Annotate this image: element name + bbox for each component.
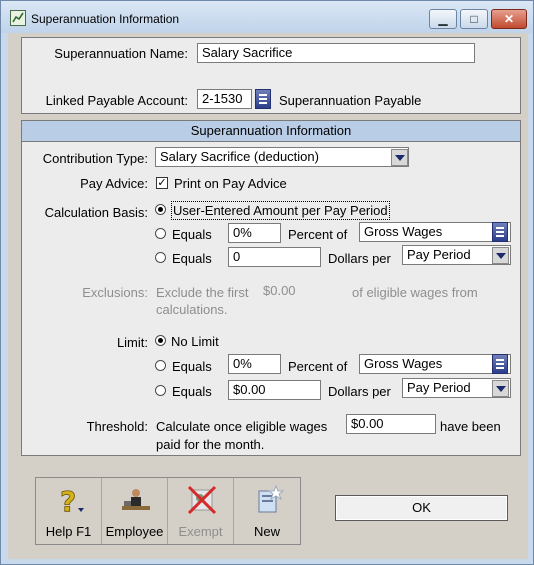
threshold-text-calculate: Calculate once eligible wages [156, 419, 328, 434]
limit-dollars-radio[interactable] [155, 385, 166, 396]
superannuation-name-label: Superannuation Name: [54, 46, 188, 61]
limit-percent-base-select[interactable]: Gross Wages [359, 354, 511, 374]
calculation-basis-label: Calculation Basis: [44, 205, 148, 220]
limit-none-radio[interactable] [155, 335, 166, 346]
calc-dollars-radio[interactable] [155, 252, 166, 263]
dialog-client: Superannuation Name: Salary Sacrifice Li… [8, 33, 528, 559]
exempt-label: Exempt [178, 524, 223, 539]
linked-account-field[interactable]: 2-1530 [197, 89, 252, 109]
threshold-label: Threshold: [86, 419, 148, 434]
limit-label: Limit: [116, 335, 148, 350]
calc-percent-radio[interactable] [155, 228, 166, 239]
header-panel: Superannuation Name: Salary Sacrifice Li… [21, 37, 521, 114]
close-button[interactable]: ✕ [491, 9, 527, 29]
new-label: New [253, 524, 280, 539]
svg-text:?: ? [60, 485, 76, 516]
calc-percent-equals-label: Equals [172, 227, 212, 242]
threshold-text-have-been: have been [440, 419, 501, 434]
limit-percent-of-label: Percent of [288, 359, 348, 374]
exempt-button[interactable]: Exempt [168, 478, 234, 544]
exempt-icon [186, 484, 218, 516]
superannuation-name-field[interactable]: Salary Sacrifice [197, 43, 475, 63]
section-title: Superannuation Information [22, 121, 520, 142]
calc-user-entered-radio[interactable] [155, 204, 166, 215]
title-bar[interactable]: Superannuation Information ▁ □ ✕ [1, 1, 533, 33]
limit-dollars-equals-label: Equals [172, 384, 212, 399]
exclusions-text-first: Exclude the first [156, 285, 249, 300]
exclusions-amount: $0.00 [263, 283, 296, 298]
employee-button[interactable]: Employee [102, 478, 168, 544]
app-icon [10, 10, 26, 26]
contribution-type-select[interactable]: Salary Sacrifice (deduction) [155, 147, 409, 167]
limit-none-label: No Limit [171, 334, 219, 349]
employee-icon [120, 484, 152, 516]
threshold-text-paid: paid for the month. [156, 437, 265, 452]
window-title: Superannuation Information [31, 12, 180, 26]
help-label: Help F1 [45, 524, 92, 539]
bottom-toolbar: ? Help F1 Employee Exempt New [35, 477, 301, 545]
maximize-button[interactable]: □ [460, 9, 488, 29]
exclusions-text-calculations: calculations. [156, 302, 228, 317]
help-icon: ? [54, 484, 86, 518]
limit-percent-field[interactable]: 0% [228, 354, 281, 374]
contribution-type-dropdown-icon[interactable] [391, 149, 408, 166]
ok-button[interactable]: OK [335, 495, 508, 521]
minimize-button[interactable]: ▁ [429, 9, 457, 29]
calc-dollars-equals-label: Equals [172, 251, 212, 266]
pay-advice-label: Pay Advice: [80, 176, 148, 191]
new-icon [252, 484, 285, 516]
limit-percent-base-lookup-icon[interactable] [492, 354, 508, 374]
threshold-field[interactable]: $0.00 [346, 414, 436, 434]
calc-percent-field[interactable]: 0% [228, 223, 281, 243]
calc-dollars-per-label: Dollars per [328, 251, 391, 266]
limit-percent-radio[interactable] [155, 360, 166, 371]
exclusions-label: Exclusions: [82, 285, 148, 300]
calc-percent-base-select[interactable]: Gross Wages [359, 222, 511, 242]
exclusions-text-eligible: of eligible wages from [352, 285, 478, 300]
calc-dollars-field[interactable]: 0 [228, 247, 321, 267]
print-pay-advice-label: Print on Pay Advice [174, 176, 287, 191]
calc-user-entered-label[interactable]: User-Entered Amount per Pay Period [171, 201, 390, 220]
help-button[interactable]: ? Help F1 [36, 478, 102, 544]
superannuation-window: Superannuation Information ▁ □ ✕ Superan… [0, 0, 534, 565]
limit-dollars-per-label: Dollars per [328, 384, 391, 399]
calc-percent-base-lookup-icon[interactable] [492, 222, 508, 242]
print-pay-advice-checkbox[interactable]: ✓ [156, 177, 168, 189]
contribution-type-label: Contribution Type: [42, 151, 148, 166]
linked-account-label: Linked Payable Account: [45, 93, 188, 108]
account-lookup-icon[interactable] [255, 89, 271, 109]
new-button[interactable]: New [234, 478, 300, 544]
limit-percent-equals-label: Equals [172, 359, 212, 374]
linked-account-name: Superannuation Payable [279, 93, 422, 108]
calc-percent-of-label: Percent of [288, 227, 348, 242]
limit-dollars-field[interactable]: $0.00 [228, 380, 321, 400]
employee-label: Employee [105, 524, 164, 539]
superannuation-info-panel: Superannuation Information Contribution … [21, 120, 521, 456]
calc-dollars-period-dropdown-icon[interactable] [492, 247, 509, 264]
limit-dollars-period-dropdown-icon[interactable] [492, 380, 509, 397]
